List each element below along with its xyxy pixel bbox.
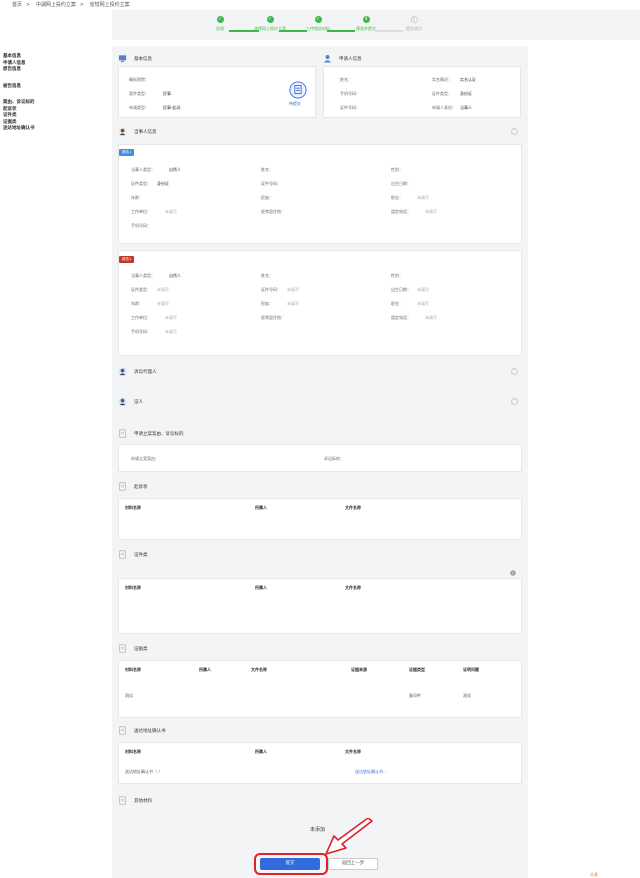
step-number-icon: 4 bbox=[362, 16, 370, 23]
id-docs-table: 材料名称 所属人 文件名称 bbox=[118, 578, 522, 634]
check-icon: ✓ bbox=[314, 16, 322, 23]
watermark-logo: 头条 bbox=[590, 872, 598, 877]
breadcrumb-online[interactable]: 中湖网上投约立案 bbox=[36, 2, 76, 8]
table-row: 测试 bbox=[125, 693, 133, 698]
breadcrumb-home[interactable]: 首页 bbox=[12, 2, 22, 8]
sidenav-service[interactable]: 送达地址确认书 bbox=[3, 126, 103, 133]
submit-button[interactable]: 提交 bbox=[260, 858, 320, 870]
field-court: 确标院院： bbox=[129, 77, 149, 82]
basic-info-title: 基本信息 bbox=[134, 57, 152, 62]
document-icon bbox=[119, 796, 126, 805]
other-title: 其他材料 bbox=[134, 799, 152, 804]
check-icon: ✓ bbox=[266, 16, 274, 23]
witness-title: 证人 bbox=[134, 400, 143, 405]
plaintiff-tag: 原告1 bbox=[119, 149, 135, 156]
party-info-title: 当事人信息 bbox=[134, 130, 157, 135]
case-cause-title: 申请立案案由、诉讼标的 bbox=[134, 432, 184, 437]
id-docs-title: 证件类 bbox=[134, 553, 148, 558]
collapse-icon[interactable]: ˆ bbox=[511, 128, 518, 135]
defendant-card: 被告1 当事人类型： 自然人 姓名： 性别： 证件类型： 未填写 证件号码： 未填写 … bbox=[118, 250, 522, 356]
complaint-table: 材料名称 所属人 文件名称 bbox=[118, 498, 522, 540]
person-icon bbox=[323, 54, 332, 63]
document-icon bbox=[119, 550, 126, 559]
basic-info-card: 确标院院： 案件类型： 民事 申请类型： 民事-起诉 待提交 bbox=[118, 66, 316, 118]
plaintiff-card: 原告1 当事人类型： 自然人 姓名： 性别： 证件类型： 身份证 证件号码： 出生日… bbox=[118, 144, 522, 244]
step-connector bbox=[229, 30, 259, 32]
service-file-link[interactable]: 送达地址确认书... bbox=[355, 769, 387, 775]
check-icon: ✓ bbox=[216, 16, 224, 23]
main-content: 基本信息 确标院院： 案件类型： 民事 申请类型： 民事-起诉 待提交 申请人信息 … bbox=[112, 46, 528, 878]
expand-icon[interactable]: ˇ bbox=[511, 368, 518, 375]
document-icon bbox=[119, 644, 126, 653]
step-progress: ✓ 告知 ✓ 选择网上投约立案 ✓ 上传相应材料 4 预览并提交 5 提交成功 bbox=[112, 10, 640, 40]
document-icon bbox=[119, 429, 126, 438]
agent-avatar-icon bbox=[118, 367, 127, 376]
evidence-table: 材料名称 所属人 文件名称 证据来源 证据类型 证明问题 测试 复印件 测试 bbox=[118, 660, 522, 718]
step-connector bbox=[327, 30, 355, 32]
step-connector bbox=[279, 30, 307, 32]
witness-avatar-icon bbox=[118, 397, 127, 406]
defendant-tag: 被告1 bbox=[119, 256, 135, 263]
document-icon bbox=[119, 726, 126, 735]
arrow-icon bbox=[325, 818, 373, 855]
evidence-title: 证据类 bbox=[134, 647, 148, 652]
table-row: 送达地址确认书（ ） bbox=[125, 769, 163, 774]
avatar-icon bbox=[118, 127, 127, 136]
step-number-icon: 5 bbox=[410, 16, 418, 23]
agent-title: 诉讼代理人 bbox=[134, 370, 157, 375]
field-case-type: 案件类型： 民事 bbox=[129, 91, 171, 96]
pending-badge-icon bbox=[289, 81, 307, 99]
info-icon[interactable] bbox=[510, 570, 516, 576]
service-title: 送达地址确认书 bbox=[134, 729, 166, 734]
service-table: 材料名称 所属人 文件名称 送达地址确认书（ ） 送达地址确认书... bbox=[118, 742, 522, 784]
breadcrumb-current: 省辖网上投约立案 bbox=[89, 2, 130, 8]
document-icon bbox=[119, 482, 126, 491]
applicant-info-card: 姓名： 实名情况： 实名认证 手机号码： 证件类型： 身份证 证件号码： 申请人身份… bbox=[323, 66, 521, 118]
monitor-icon bbox=[118, 55, 127, 63]
case-cause-card: 申请立案案由： 诉讼标的： bbox=[118, 444, 522, 472]
expand-icon[interactable]: ˇ bbox=[511, 398, 518, 405]
complaint-title: 起诉状 bbox=[134, 485, 148, 490]
applicant-info-title: 申请人信息 bbox=[339, 57, 362, 62]
status-badge: 待提交 bbox=[289, 101, 301, 106]
breadcrumb: 首页 > 中湖网上投约立案 > 省辖网上投约立案 bbox=[12, 2, 130, 8]
field-apply-type: 申请类型： 民事-起诉 bbox=[129, 105, 181, 110]
step-connector bbox=[375, 30, 403, 32]
back-button[interactable]: 返回上一步 bbox=[328, 858, 378, 870]
side-navigation: 基本信息 申请人信息 原告信息 被告信息 案由、诉讼标的 起诉状 证件类 证据类… bbox=[3, 54, 103, 133]
